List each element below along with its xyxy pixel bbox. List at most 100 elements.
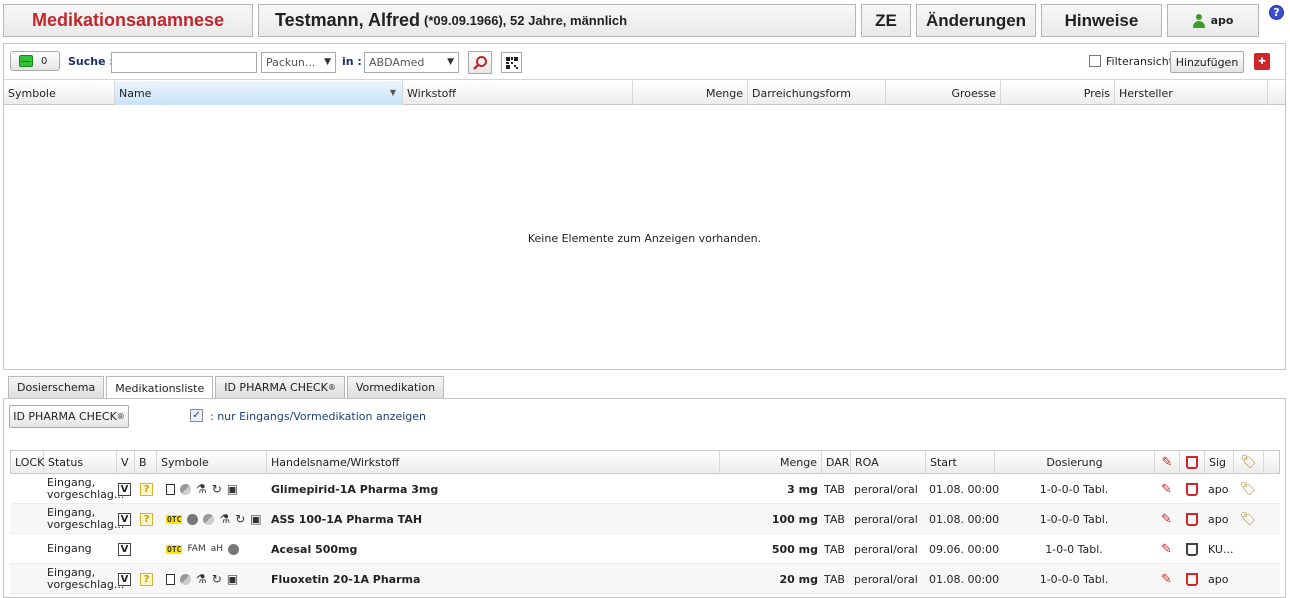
col-preis[interactable]: Preis bbox=[1001, 81, 1115, 105]
refresh-icon: ↻ bbox=[211, 572, 222, 586]
col-delete[interactable] bbox=[1180, 451, 1205, 473]
tag-button[interactable]: 🏷 bbox=[1233, 504, 1263, 534]
patient-banner[interactable]: Testmann, Alfred (*09.09.1966), 52 Jahre… bbox=[258, 4, 856, 37]
col-edit[interactable]: ✎ bbox=[1155, 451, 1180, 473]
search-panel: 0 Suche : Packun... ▼ in : ABDAmed ▼ Fil… bbox=[3, 43, 1286, 370]
col-tag[interactable]: 🏷 bbox=[1234, 451, 1264, 473]
col-menge[interactable]: Menge bbox=[633, 81, 748, 105]
tag-button[interactable]: 🏷 bbox=[1233, 474, 1263, 504]
drug-start: 01.08. 00:00 bbox=[929, 512, 1000, 526]
pharma-action-icon[interactable]: ✚ bbox=[1254, 53, 1270, 70]
edit-button[interactable]: ✎ bbox=[1154, 504, 1179, 534]
tag-icon: 🏷 bbox=[1239, 511, 1257, 527]
table-row[interactable]: Eingang, vorgeschlag... V ? ⚗ ↻ ▣ Fluoxe… bbox=[10, 564, 1280, 594]
search-input[interactable] bbox=[111, 52, 257, 73]
v-cell[interactable]: V bbox=[118, 564, 131, 594]
calendar-icon: ▣ bbox=[250, 512, 262, 526]
delete-button[interactable] bbox=[1179, 504, 1204, 534]
edit-button[interactable]: ✎ bbox=[1154, 534, 1179, 564]
symbols-cell: OTC FAM aH bbox=[166, 534, 240, 564]
tab-vormedikation[interactable]: Vormedikation bbox=[346, 376, 445, 398]
sort-down-icon: ▼ bbox=[389, 88, 396, 97]
col-groesse[interactable]: Groesse bbox=[886, 81, 1001, 105]
medication-table-header: LOCK Status V B Symbole Handelsname/Wirk… bbox=[10, 450, 1280, 474]
col-name[interactable]: Name ▼ bbox=[115, 81, 403, 105]
patient-name: Testmann, Alfred bbox=[275, 10, 421, 30]
col-roa[interactable]: ROA bbox=[851, 451, 926, 473]
tag-icon: 🏷 bbox=[1240, 454, 1257, 470]
changes-button[interactable]: Änderungen bbox=[916, 4, 1036, 37]
tab-label: Dosierschema bbox=[17, 381, 96, 394]
drug-start: 01.08. 00:00 bbox=[929, 572, 1000, 586]
drug-dar: TAB bbox=[824, 512, 845, 526]
col-symbole[interactable]: Symbole bbox=[4, 81, 115, 105]
tab-dosierschema[interactable]: Dosierschema bbox=[8, 376, 105, 398]
drug-amount: 20 mg bbox=[779, 572, 818, 586]
search-button[interactable] bbox=[468, 51, 492, 74]
database-select[interactable]: ABDAmed ▼ bbox=[364, 52, 459, 73]
barcode-scan-button[interactable] bbox=[501, 52, 522, 73]
user-button[interactable]: apo bbox=[1167, 4, 1259, 37]
table-row[interactable]: Eingang, vorgeschlag... V ? OTC ⚗ ↻ ▣ AS… bbox=[10, 504, 1280, 534]
pencil-icon: ✎ bbox=[1161, 481, 1172, 497]
table-row[interactable]: Eingang, vorgeschlag... V ? ⚗ ↻ ▣ Glimep… bbox=[10, 474, 1280, 504]
tab-medikationsliste[interactable]: Medikationsliste bbox=[106, 376, 214, 399]
v-cell[interactable]: V bbox=[118, 504, 131, 534]
status-line2: vorgeschlag... bbox=[47, 578, 125, 591]
fam-badge: FAM bbox=[187, 544, 206, 554]
edit-button[interactable]: ✎ bbox=[1154, 474, 1179, 504]
b-cell[interactable]: ? bbox=[140, 504, 153, 534]
mortar-icon: ⚗ bbox=[196, 482, 207, 496]
col-b[interactable]: B bbox=[135, 451, 157, 473]
drug-name: ASS 100-1A Pharma TAH bbox=[271, 512, 423, 526]
pack-select[interactable]: Packun... ▼ bbox=[261, 52, 336, 73]
ze-button[interactable]: ZE bbox=[861, 4, 911, 37]
drug-dar: TAB bbox=[824, 572, 845, 586]
filter-view-checkbox[interactable] bbox=[1089, 55, 1101, 67]
col-start[interactable]: Start bbox=[926, 451, 995, 473]
tab-sup: ® bbox=[327, 383, 336, 392]
help-icon[interactable]: ? bbox=[1269, 5, 1284, 20]
drug-roa: peroral/oral bbox=[854, 482, 918, 496]
delete-button[interactable] bbox=[1179, 474, 1204, 504]
col-dar[interactable]: DAR bbox=[822, 451, 851, 473]
drug-sig: KU... bbox=[1208, 542, 1234, 556]
b-cell[interactable]: ? bbox=[140, 564, 153, 594]
v-cell[interactable]: V bbox=[118, 474, 131, 504]
drug-amount: 3 mg bbox=[787, 482, 818, 496]
counter-button[interactable]: 0 bbox=[10, 51, 60, 71]
header-bar: Medikationsanamnese Testmann, Alfred (*0… bbox=[0, 0, 1290, 40]
in-label: in : bbox=[342, 55, 362, 68]
notes-button[interactable]: Hinweise bbox=[1041, 4, 1162, 37]
v-badge: V bbox=[118, 512, 131, 526]
status-cell: Eingang, vorgeschlag... bbox=[47, 474, 124, 504]
tab-id-pharma-check[interactable]: ID PHARMA CHECK ® bbox=[215, 376, 345, 398]
add-button[interactable]: Hinzufügen bbox=[1170, 51, 1244, 73]
col-dosierung[interactable]: Dosierung bbox=[995, 451, 1155, 473]
col-v[interactable]: V bbox=[117, 451, 135, 473]
col-wirkstoff[interactable]: Wirkstoff bbox=[403, 81, 633, 105]
col-handelsname[interactable]: Handelsname/Wirkstoff bbox=[267, 451, 720, 473]
b-cell[interactable]: ? bbox=[140, 474, 153, 504]
col-hersteller[interactable]: Hersteller bbox=[1115, 81, 1268, 105]
col-status[interactable]: Status bbox=[44, 451, 117, 473]
status-line2: vorgeschlag... bbox=[47, 518, 125, 531]
delete-button[interactable] bbox=[1179, 564, 1204, 594]
delete-button[interactable] bbox=[1179, 534, 1204, 564]
status-indicator-icon bbox=[19, 55, 33, 67]
pharma-check-label: ID PHARMA CHECK bbox=[13, 410, 117, 423]
edit-button[interactable]: ✎ bbox=[1154, 564, 1179, 594]
dot-icon bbox=[228, 543, 240, 555]
id-pharma-check-button[interactable]: ID PHARMA CHECK ® bbox=[9, 405, 129, 428]
user-label: apo bbox=[1210, 14, 1234, 27]
pencil-icon: ✎ bbox=[1161, 571, 1172, 587]
table-row[interactable]: Eingang V OTC FAM aH Acesal 500mg 500 mg… bbox=[10, 534, 1280, 564]
col-sig[interactable]: Sig bbox=[1205, 451, 1234, 473]
drug-name: Acesal 500mg bbox=[271, 542, 358, 556]
v-cell[interactable]: V bbox=[118, 534, 131, 564]
col-symbole[interactable]: Symbole bbox=[157, 451, 267, 473]
only-intake-checkbox[interactable]: ✓ bbox=[190, 409, 203, 422]
col-menge[interactable]: Menge bbox=[720, 451, 822, 473]
col-lock[interactable]: LOCK bbox=[11, 451, 44, 473]
col-darreichungsform[interactable]: Darreichungsform bbox=[748, 81, 886, 105]
